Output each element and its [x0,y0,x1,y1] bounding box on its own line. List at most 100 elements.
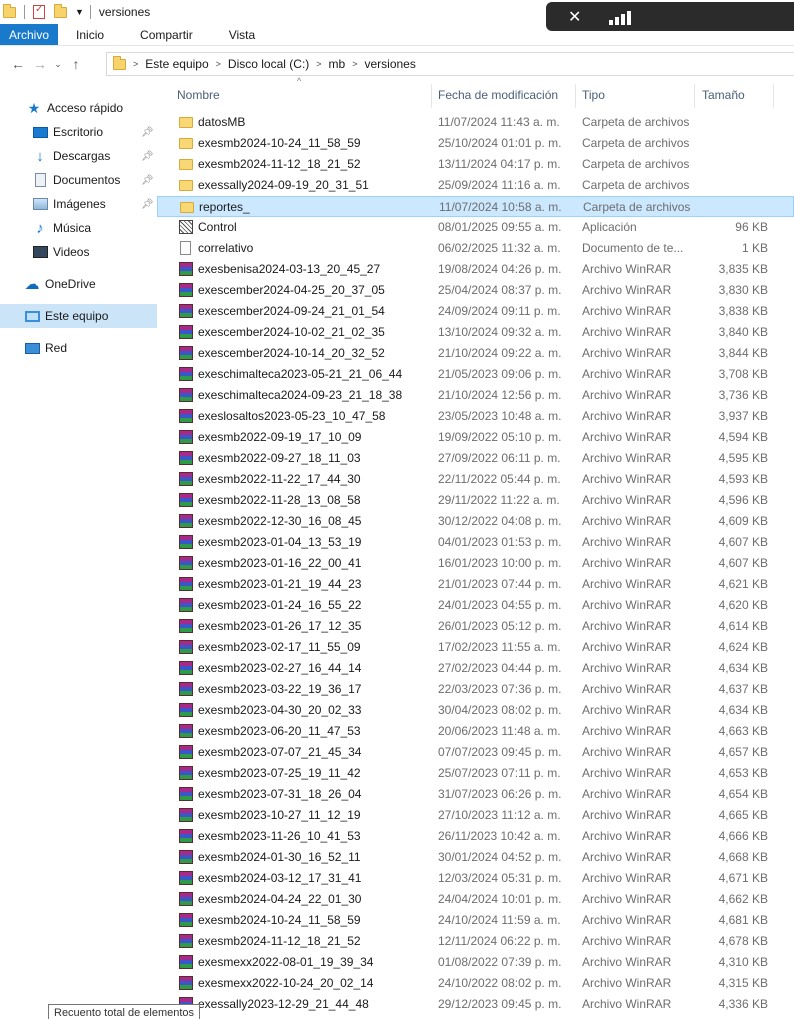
file-row[interactable]: exesmb2022-11-22_17_44_30 22/11/2022 05:4… [157,469,794,490]
file-row[interactable]: Control 08/01/2025 09:55 a. m. Aplicación 9… [157,217,794,238]
file-row[interactable]: exesmb2024-10-24_11_58_59 25/10/2024 01:0… [157,133,794,154]
chevron-right-icon[interactable]: > [352,59,357,69]
file-date: 24/10/2024 11:59 a. m. [438,913,561,927]
column-divider[interactable] [773,84,774,108]
file-row[interactable]: exesmb2023-04-30_20_02_33 30/04/2023 08:0… [157,700,794,721]
file-row[interactable]: exesmb2022-12-30_16_08_45 30/12/2022 04:0… [157,511,794,532]
file-name: reportes_ [199,200,250,214]
file-row[interactable]: correlativo 06/02/2025 11:32 a. m. Documen… [157,238,794,259]
file-row[interactable]: exesmb2022-09-19_17_10_09 19/09/2022 05:1… [157,427,794,448]
file-row[interactable]: exesmb2023-01-16_22_00_41 16/01/2023 10:0… [157,553,794,574]
forward-icon[interactable]: → [29,56,51,72]
column-header-size[interactable]: Tamaño [702,88,745,102]
back-icon[interactable]: ← [7,56,29,72]
winrar-archive-icon [179,913,193,927]
sidebar-item-musica[interactable]: ♪ Música [0,216,157,240]
file-row[interactable]: exesmb2023-01-04_13_53_19 04/01/2023 01:5… [157,532,794,553]
file-row[interactable]: exeschimalteca2023-05-21_21_06_44 21/05/2… [157,364,794,385]
file-row[interactable]: exesmb2023-07-25_19_11_42 25/07/2023 07:1… [157,763,794,784]
file-size: 3,835 KB [718,262,768,276]
sidebar-item-imagenes[interactable]: Imágenes 📌︎ [0,192,157,216]
breadcrumb-versiones[interactable]: versiones [364,57,415,71]
up-icon[interactable]: ↑ [65,56,87,72]
file-row[interactable]: exesmb2022-09-27_18_11_03 27/09/2022 06:1… [157,448,794,469]
file-row[interactable]: exesmb2024-03-12_17_31_41 12/03/2024 05:3… [157,868,794,889]
file-date: 31/07/2023 06:26 p. m. [438,787,562,801]
file-row[interactable]: exescember2024-04-25_20_37_05 25/04/2024 … [157,280,794,301]
file-row[interactable]: exesmb2024-04-24_22_01_30 24/04/2024 10:0… [157,889,794,910]
file-size: 4,653 KB [718,766,768,780]
file-row[interactable]: exesmb2023-02-17_11_55_09 17/02/2023 11:5… [157,637,794,658]
tab-inicio[interactable]: Inicio [58,24,122,45]
quick-access-dropdown-icon[interactable]: ▼ [75,7,84,17]
file-row[interactable]: reportes_ 11/07/2024 10:58 a. m. Carpeta d… [157,196,794,217]
file-row[interactable]: exesmb2023-01-26_17_12_35 26/01/2023 05:1… [157,616,794,637]
recent-locations-icon[interactable]: ⌄ [51,59,65,70]
file-row[interactable]: exesmb2022-11-28_13_08_58 29/11/2022 11:2… [157,490,794,511]
file-row[interactable]: exesmb2023-10-27_11_12_19 27/10/2023 11:1… [157,805,794,826]
pin-icon[interactable]: 📌︎ [141,151,154,162]
sidebar-item-descargas[interactable]: ↓ Descargas 📌︎ [0,144,157,168]
sidebar-item-red[interactable]: Red [0,336,157,360]
breadcrumb-mb[interactable]: mb [329,57,346,71]
file-type: Archivo WinRAR [582,682,672,696]
column-divider[interactable] [431,84,432,108]
file-date: 27/10/2023 11:12 a. m. [438,808,561,822]
file-row[interactable]: exesbenisa2024-03-13_20_45_27 19/08/2024 … [157,259,794,280]
file-row[interactable]: exescember2024-09-24_21_01_54 24/09/2024 … [157,301,794,322]
file-name: exesmb2022-09-27_18_11_03 [198,451,361,465]
properties-icon[interactable] [33,4,45,19]
file-row[interactable]: exescember2024-10-14_20_32_52 21/10/2024 … [157,343,794,364]
pin-icon[interactable]: 📌︎ [141,199,154,210]
file-row[interactable]: exesmb2024-01-30_16_52_11 30/01/2024 04:5… [157,847,794,868]
winrar-archive-icon [179,598,193,612]
column-divider[interactable] [694,84,695,108]
file-row[interactable]: exesmb2023-07-31_18_26_04 31/07/2023 06:2… [157,784,794,805]
new-folder-icon[interactable] [54,3,67,18]
chevron-right-icon[interactable]: > [316,59,321,69]
breadcrumb-disco-local[interactable]: Disco local (C:) [228,57,309,71]
file-row[interactable]: exesmb2023-01-24_16_55_22 24/01/2023 04:5… [157,595,794,616]
column-header-date[interactable]: Fecha de modificación [438,88,558,102]
folder-icon [3,3,16,18]
file-row[interactable]: datosMB 11/07/2024 11:43 a. m. Carpeta de … [157,112,794,133]
file-row[interactable]: exesmexx2022-10-24_20_02_14 24/10/2022 08… [157,973,794,994]
file-row[interactable]: exesmexx2022-08-01_19_39_34 01/08/2022 07… [157,952,794,973]
sidebar-item-documentos[interactable]: Documentos 📌︎ [0,168,157,192]
file-row[interactable]: exesmb2023-01-21_19_44_23 21/01/2023 07:4… [157,574,794,595]
sidebar-item-acceso-rapido[interactable]: ★ Acceso rápido [0,96,157,120]
column-divider[interactable] [575,84,576,108]
sidebar-item-videos[interactable]: Videos [0,240,157,264]
chevron-right-icon[interactable]: > [216,59,221,69]
file-name: exessally2023-12-29_21_44_48 [198,997,369,1011]
file-row[interactable]: exeschimalteca2024-09-23_21_18_38 21/10/2… [157,385,794,406]
file-row[interactable]: exesmb2023-06-20_11_47_53 20/06/2023 11:4… [157,721,794,742]
file-name: exesmexx2022-10-24_20_02_14 [198,976,374,990]
chevron-right-icon[interactable]: > [133,59,138,69]
file-row[interactable]: exessally2023-12-29_21_44_48 29/12/2023 0… [157,994,794,1015]
file-row[interactable]: exesmb2024-11-12_18_21_52 12/11/2024 06:2… [157,931,794,952]
file-row[interactable]: exesmb2024-10-24_11_58_59 24/10/2024 11:5… [157,910,794,931]
winrar-archive-icon [179,262,193,276]
tab-archivo[interactable]: Archivo [0,24,59,45]
sidebar-item-escritorio[interactable]: Escritorio 📌︎ [0,120,157,144]
column-header-name[interactable]: Nombre [177,88,220,102]
breadcrumb-este-equipo[interactable]: Este equipo [145,57,208,71]
column-header-type[interactable]: Tipo [582,88,605,102]
tab-compartir[interactable]: Compartir [122,24,211,45]
sidebar-item-este-equipo[interactable]: Este equipo [0,304,157,328]
file-row[interactable]: exeslosaltos2023-05-23_10_47_58 23/05/202… [157,406,794,427]
file-row[interactable]: exescember2024-10-02_21_02_35 13/10/2024 … [157,322,794,343]
file-row[interactable]: exesmb2024-11-12_18_21_52 13/11/2024 04:1… [157,154,794,175]
file-row[interactable]: exesmb2023-07-07_21_45_34 07/07/2023 09:4… [157,742,794,763]
address-bar[interactable]: > Este equipo > Disco local (C:) > mb > … [106,52,794,76]
file-row[interactable]: exesmb2023-02-27_16_44_14 27/02/2023 04:4… [157,658,794,679]
pin-icon[interactable]: 📌︎ [141,175,154,186]
file-row[interactable]: exessally2024-09-19_20_31_51 25/09/2024 1… [157,175,794,196]
sidebar-item-onedrive[interactable]: ☁ OneDrive [0,272,157,296]
file-row[interactable]: exesmb2023-11-26_10_41_53 26/11/2023 10:4… [157,826,794,847]
tab-vista[interactable]: Vista [211,24,273,45]
file-row[interactable]: exesmb2023-03-22_19_36_17 22/03/2023 07:3… [157,679,794,700]
pin-icon[interactable]: 📌︎ [141,127,154,138]
signal-strength-icon[interactable] [609,9,632,25]
